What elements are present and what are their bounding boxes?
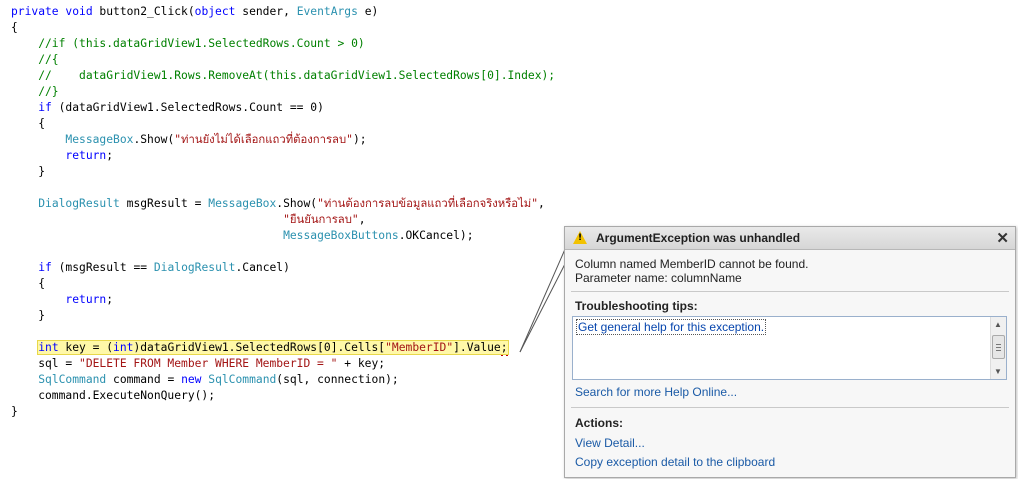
general-help-link[interactable]: Get general help for this exception. bbox=[576, 319, 767, 335]
divider bbox=[571, 407, 1009, 408]
code-line: { bbox=[11, 21, 18, 34]
code-line: MessageBoxButtons.OKCancel); bbox=[283, 229, 474, 242]
tips-scrollbar[interactable]: ▲ ▼ bbox=[990, 317, 1006, 379]
code-line: if (dataGridView1.SelectedRows.Count == … bbox=[38, 101, 324, 114]
code-line: } bbox=[11, 309, 46, 322]
code-line: } bbox=[11, 165, 46, 178]
scroll-up-icon[interactable]: ▲ bbox=[994, 320, 1002, 329]
exception-highlight: int key = (int)dataGridView1.SelectedRow… bbox=[37, 340, 509, 356]
exception-message: Column named MemberID cannot be found. P… bbox=[575, 257, 809, 285]
code-line-highlighted: int key = (int)dataGridView1.SelectedRow… bbox=[11, 340, 555, 356]
code-line: "ยืนยันการลบ", bbox=[283, 213, 366, 226]
code-comment: //{ bbox=[11, 53, 59, 66]
copy-exception-detail-link[interactable]: Copy exception detail to the clipboard bbox=[575, 455, 775, 469]
code-line: MessageBox.Show("ท่านยังไม่ได้เลือกแถวที… bbox=[65, 133, 367, 146]
code-line: command.ExecuteNonQuery(); bbox=[11, 389, 216, 402]
actions-heading: Actions: bbox=[575, 416, 623, 430]
warning-icon: ! bbox=[573, 231, 587, 244]
code-comment: // dataGridView1.Rows.RemoveAt(this.data… bbox=[11, 69, 556, 82]
divider bbox=[571, 291, 1009, 292]
scroll-thumb[interactable] bbox=[992, 335, 1005, 359]
code-line: { bbox=[11, 117, 46, 130]
code-line: private void button2_Click(object sender… bbox=[11, 5, 379, 18]
view-detail-link[interactable]: View Detail... bbox=[575, 436, 645, 450]
code-line: SqlCommand command = new SqlCommand(sql,… bbox=[38, 373, 399, 386]
code-line: if (msgResult == DialogResult.Cancel) bbox=[38, 261, 290, 274]
code-line: DialogResult msgResult = MessageBox.Show… bbox=[38, 197, 545, 210]
code-editor[interactable]: private void button2_Click(object sender… bbox=[11, 4, 555, 420]
exception-assistant: ! ArgumentException was unhandled ✕ Colu… bbox=[564, 226, 1016, 478]
troubleshooting-tips-list[interactable]: Get general help for this exception. ▲ ▼ bbox=[572, 316, 1007, 380]
exception-header: ! ArgumentException was unhandled ✕ bbox=[565, 227, 1015, 250]
scroll-down-icon[interactable]: ▼ bbox=[994, 367, 1002, 376]
search-help-online-link[interactable]: Search for more Help Online... bbox=[575, 385, 737, 399]
code-line: return; bbox=[65, 149, 114, 162]
exception-title: ArgumentException was unhandled bbox=[596, 231, 801, 245]
troubleshooting-heading: Troubleshooting tips: bbox=[575, 299, 698, 313]
code-comment: //} bbox=[11, 85, 59, 98]
code-line: { bbox=[11, 277, 46, 290]
code-comment: //if (this.dataGridView1.SelectedRows.Co… bbox=[11, 37, 365, 50]
code-line: return; bbox=[65, 293, 114, 306]
code-line: sql = "DELETE FROM Member WHERE MemberID… bbox=[11, 357, 386, 370]
code-line: } bbox=[11, 405, 18, 418]
close-icon[interactable]: ✕ bbox=[996, 229, 1009, 247]
error-squiggle: ; bbox=[500, 341, 508, 356]
